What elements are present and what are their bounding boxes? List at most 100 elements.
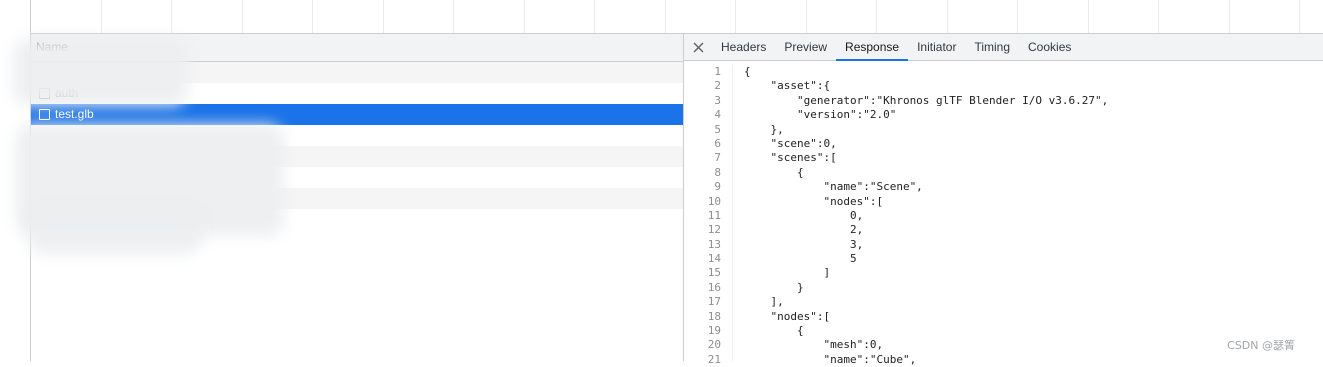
redacted-area [40, 222, 190, 242]
tab-cookies[interactable]: Cookies [1019, 34, 1080, 60]
code-line: 1{ [684, 65, 1323, 79]
code-text: ] [744, 266, 831, 280]
code-line: 6 "scene":0, [684, 137, 1323, 151]
tab-label: Response [845, 40, 900, 54]
code-text: "scene":0, [744, 136, 837, 150]
line-number: 15 [707, 266, 721, 280]
line-number: 18 [707, 309, 721, 323]
code-text: { [744, 65, 751, 78]
timeline-gridline [665, 0, 666, 33]
line-number: 10 [707, 194, 721, 208]
code-text: } [744, 280, 804, 294]
timeline-gridline [242, 0, 243, 33]
line-number: 20 [707, 338, 721, 352]
code-line: 11 0, [684, 209, 1323, 223]
tab-label: Preview [784, 40, 828, 54]
timeline-gridline [383, 0, 384, 33]
code-line: 13 3, [684, 238, 1323, 252]
details-tabbar: Headers Preview Response Initiator Timin… [684, 34, 1323, 61]
code-text: 3, [744, 237, 864, 251]
line-number: 6 [714, 136, 721, 150]
code-line: 4 "version":"2.0" [684, 108, 1323, 122]
code-line: 3 "generator":"Khronos glTF Blender I/O … [684, 94, 1323, 108]
timeline-gridline [594, 0, 595, 33]
timeline-gridline [171, 0, 172, 33]
code-line: 12 2, [684, 223, 1323, 237]
line-number: 17 [707, 295, 721, 309]
overview-timeline[interactable] [31, 0, 1323, 34]
code-text: "scenes":[ [744, 151, 837, 165]
code-line: 14 5 [684, 252, 1323, 266]
line-number: 11 [707, 208, 721, 222]
code-line: 10 "nodes":[ [684, 195, 1323, 209]
line-number: 13 [707, 237, 721, 251]
code-text: "mesh":0, [744, 338, 884, 352]
code-text: "nodes":[ [744, 194, 884, 208]
line-number: 8 [714, 165, 721, 179]
tab-label: Initiator [917, 40, 957, 54]
line-number: 5 [714, 122, 721, 136]
tab-label: Headers [721, 40, 767, 54]
watermark: CSDN @瑟箐 [1227, 339, 1295, 352]
code-text: }, [744, 122, 784, 136]
timeline-gridline [947, 0, 948, 33]
line-number: 19 [707, 324, 721, 338]
code-line: 16 } [684, 281, 1323, 295]
code-line: 5 }, [684, 123, 1323, 137]
line-number: 12 [707, 223, 721, 237]
tab-response[interactable]: Response [836, 34, 909, 61]
line-number: 2 [714, 79, 721, 93]
timeline-gridline [735, 0, 736, 33]
tab-headers[interactable]: Headers [712, 34, 775, 60]
timeline-gridline [101, 0, 102, 33]
line-number: 7 [714, 151, 721, 165]
line-number: 3 [714, 93, 721, 107]
timeline-gridline [876, 0, 877, 33]
code-text: "generator":"Khronos glTF Blender I/O v3… [744, 93, 1109, 107]
line-number: 1 [714, 65, 721, 78]
timeline-gridline [1017, 0, 1018, 33]
response-body[interactable]: 1{2 "asset":{3 "generator":"Khronos glTF… [684, 65, 1323, 367]
code-line: 2 "asset":{ [684, 79, 1323, 93]
code-text: "version":"2.0" [744, 108, 897, 122]
code-text: 2, [744, 223, 864, 237]
timeline-gridline [312, 0, 313, 33]
tab-timing[interactable]: Timing [965, 34, 1019, 60]
timeline-gridline [1229, 0, 1230, 33]
timeline-gridline [806, 0, 807, 33]
tab-label: Cookies [1028, 40, 1072, 54]
code-line: 15 ] [684, 266, 1323, 280]
tab-preview[interactable]: Preview [775, 34, 836, 60]
code-text: 0, [744, 208, 864, 222]
tab-initiator[interactable]: Initiator [908, 34, 965, 60]
line-number: 16 [707, 280, 721, 294]
code-line: 8 { [684, 166, 1323, 180]
request-details-pane: Headers Preview Response Initiator Timin… [684, 34, 1323, 366]
request-name: test.glb [55, 107, 94, 121]
code-text: "nodes":[ [744, 309, 831, 323]
code-text: "asset":{ [744, 79, 831, 93]
code-line: 21 "name":"Cube", [684, 353, 1323, 367]
code-text: "name":"Cube", [744, 352, 917, 366]
code-line: 17 ], [684, 295, 1323, 309]
code-text: { [744, 324, 804, 338]
line-number: 9 [714, 180, 721, 194]
line-number: 21 [707, 352, 721, 366]
code-line: 18 "nodes":[ [684, 310, 1323, 324]
code-line: 7 "scenes":[ [684, 151, 1323, 165]
tab-label: Timing [974, 40, 1011, 54]
timeline-gridline [1158, 0, 1159, 33]
code-text: 5 [744, 252, 857, 266]
file-icon [39, 109, 50, 120]
timeline-gridline [1299, 0, 1300, 33]
line-number: 14 [707, 252, 721, 266]
line-number: 4 [714, 108, 721, 122]
timeline-gridline [1088, 0, 1089, 33]
redacted-area [28, 136, 272, 224]
code-text: ], [744, 295, 784, 309]
request-row-test-glb[interactable]: test.glb [31, 104, 683, 125]
redacted-area [26, 50, 176, 94]
code-text: { [744, 165, 804, 179]
close-icon[interactable] [684, 34, 712, 60]
code-line: 9 "name":"Scene", [684, 180, 1323, 194]
